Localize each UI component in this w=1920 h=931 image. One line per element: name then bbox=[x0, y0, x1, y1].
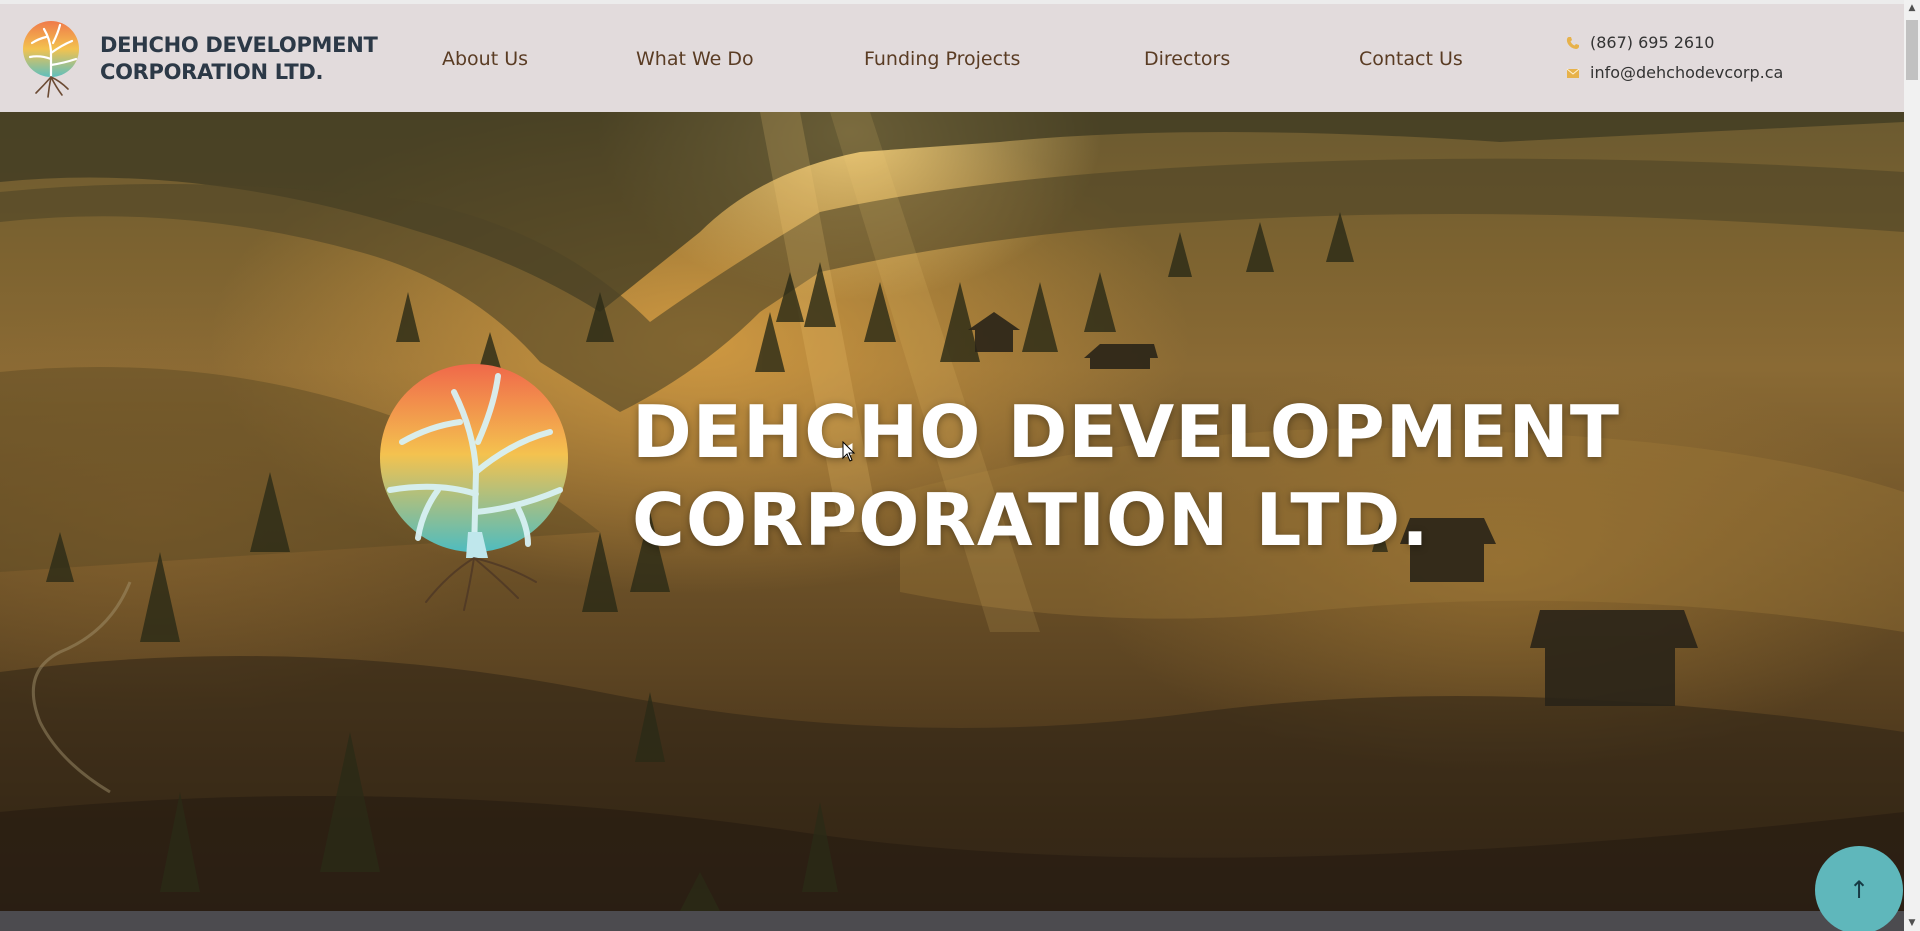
nav-directors[interactable]: Directors bbox=[1144, 48, 1230, 70]
mouse-cursor-icon bbox=[842, 441, 856, 462]
nav-what-we-do[interactable]: What We Do bbox=[636, 48, 754, 70]
hero-title-line1: DEHCHO DEVELOPMENT bbox=[632, 390, 1620, 474]
nav-about-us[interactable]: About Us bbox=[442, 48, 528, 70]
brand-home-link[interactable]: DEHCHO DEVELOPMENT CORPORATION LTD. bbox=[22, 19, 378, 99]
scroll-up-arrow-icon[interactable]: ▲ bbox=[1904, 0, 1920, 16]
brand-name: DEHCHO DEVELOPMENT CORPORATION LTD. bbox=[100, 32, 378, 86]
nav-contact-us[interactable]: Contact Us bbox=[1359, 48, 1463, 70]
page-scrollbar[interactable] bbox=[1904, 0, 1920, 931]
brand-name-line2: CORPORATION LTD. bbox=[100, 60, 324, 84]
back-to-top-button[interactable]: ↑ bbox=[1815, 846, 1903, 931]
scroll-down-arrow-icon[interactable]: ▼ bbox=[1904, 915, 1920, 931]
hero-title-line2: CORPORATION LTD. bbox=[632, 478, 1430, 562]
contact-phone[interactable]: (867) 695 2610 bbox=[1566, 33, 1714, 52]
next-section-edge bbox=[0, 911, 1904, 931]
phone-icon bbox=[1566, 36, 1579, 49]
logo-icon bbox=[23, 21, 79, 98]
envelope-icon bbox=[1566, 68, 1580, 78]
scrollbar-thumb[interactable] bbox=[1906, 20, 1918, 80]
hero-title: DEHCHO DEVELOPMENT CORPORATION LTD. bbox=[632, 388, 1620, 564]
site-header: DEHCHO DEVELOPMENT CORPORATION LTD. Abou… bbox=[0, 4, 1904, 112]
brand-name-line1: DEHCHO DEVELOPMENT bbox=[100, 33, 378, 57]
nav-funding-projects[interactable]: Funding Projects bbox=[864, 48, 1020, 70]
hero-logo-icon bbox=[380, 364, 568, 611]
contact-email-text: info@dehchodevcorp.ca bbox=[1590, 63, 1784, 82]
contact-email[interactable]: info@dehchodevcorp.ca bbox=[1566, 63, 1783, 82]
contact-phone-text: (867) 695 2610 bbox=[1590, 33, 1715, 52]
hero-banner: DEHCHO DEVELOPMENT CORPORATION LTD. bbox=[0, 112, 1904, 911]
arrow-up-icon: ↑ bbox=[1848, 876, 1870, 904]
